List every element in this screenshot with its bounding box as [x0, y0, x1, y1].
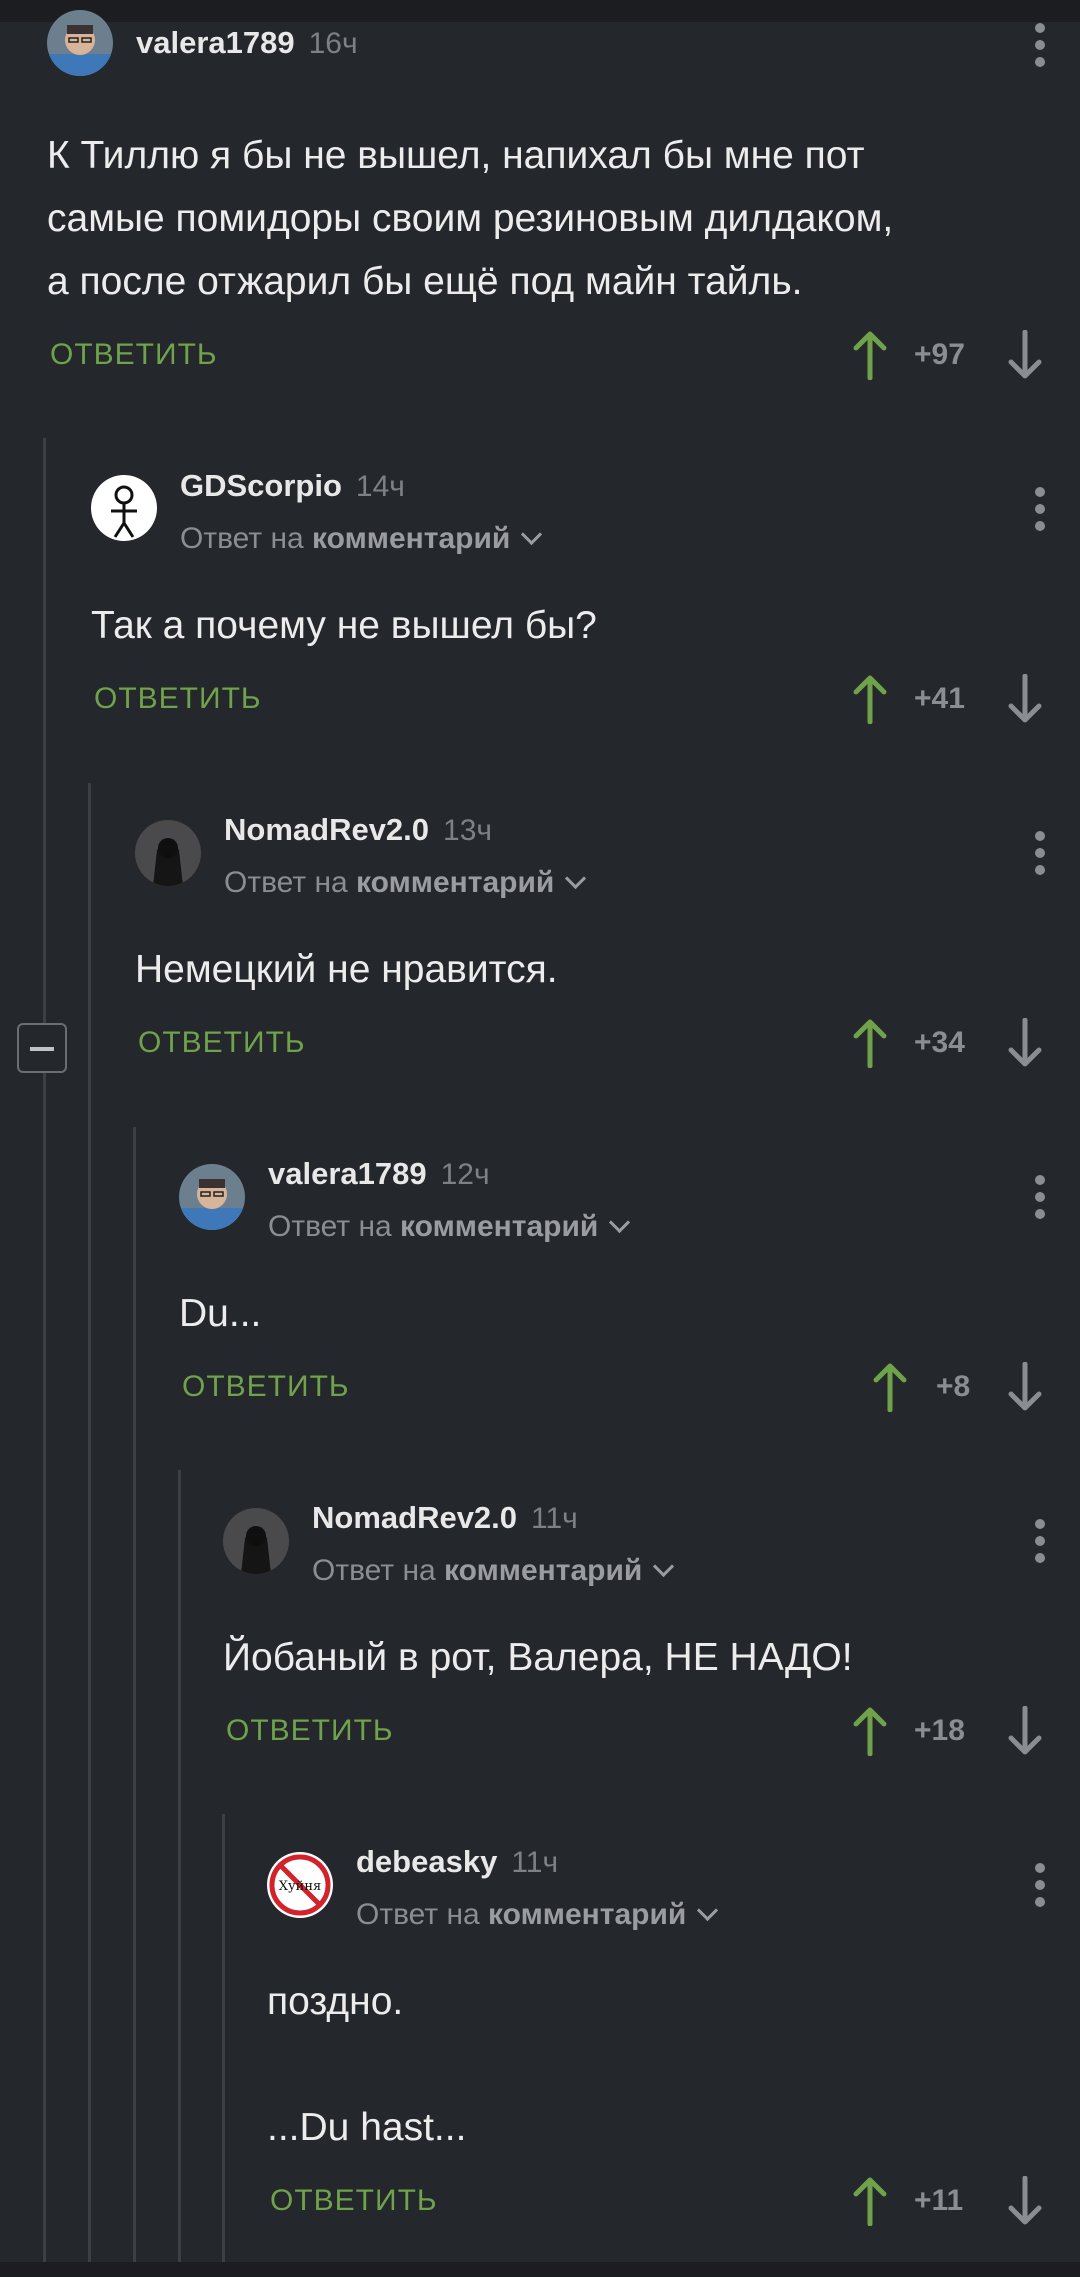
reply-button[interactable]: ОТВЕТИТЬ [226, 1714, 394, 1748]
thread-line [222, 1814, 225, 2262]
author-name[interactable]: GDScorpio 14ч [180, 468, 405, 504]
upvote-arrow-icon[interactable] [870, 1362, 910, 1413]
upvote-arrow-icon[interactable] [850, 330, 890, 381]
downvote-arrow-icon[interactable] [1005, 1705, 1045, 1756]
author-name[interactable]: debeasky 11ч [356, 1844, 558, 1880]
upvote-arrow-icon[interactable] [850, 2176, 890, 2227]
chevron-down-icon [565, 867, 587, 890]
vote-controls: +97 [850, 329, 1050, 390]
comment-time: 14ч [355, 470, 405, 503]
author-name[interactable]: valera1789 12ч [268, 1156, 490, 1192]
comment-time: 12ч [440, 1158, 490, 1191]
upvote-arrow-icon[interactable] [850, 1018, 890, 1069]
chevron-down-icon [609, 1211, 631, 1234]
reply-button[interactable]: ОТВЕТИТЬ [138, 1026, 306, 1060]
comment-text: Du... [179, 1292, 262, 1335]
reply-to-link[interactable]: Ответ на комментарий [268, 1210, 631, 1244]
vote-controls: +8 [870, 1361, 1050, 1422]
reply-to-link[interactable]: Ответ на комментарий [224, 866, 587, 900]
chevron-down-icon [521, 523, 543, 546]
vote-score: +34 [914, 1026, 965, 1059]
vote-controls: +11 [850, 2175, 1050, 2236]
vote-score: +97 [914, 338, 965, 371]
comment-text: Немецкий не нравится. [135, 948, 558, 991]
comment-text: Йобаный в рот, Валера, НЕ НАДО! [223, 1636, 853, 1679]
vote-score: +41 [914, 682, 965, 715]
more-menu-icon[interactable] [1034, 831, 1046, 879]
comment-time: 13ч [443, 814, 493, 847]
svg-text:Хуйня: Хуйня [279, 1879, 321, 1894]
reply-button[interactable]: ОТВЕТИТЬ [94, 682, 262, 716]
upvote-arrow-icon[interactable] [850, 1706, 890, 1757]
thread-line [88, 783, 91, 2262]
avatar[interactable] [47, 10, 113, 76]
comment-text: К Тиллю я бы не вышел, напихал бы мне по… [47, 134, 894, 303]
collapse-thread-button[interactable] [17, 1023, 67, 1073]
avatar[interactable] [223, 1508, 289, 1574]
downvote-arrow-icon[interactable] [1005, 1017, 1045, 1068]
more-menu-icon[interactable] [1034, 23, 1046, 71]
more-menu-icon[interactable] [1034, 487, 1046, 535]
avatar[interactable]: Хуйня [267, 1852, 333, 1918]
vote-score: +8 [936, 1370, 971, 1403]
more-menu-icon[interactable] [1034, 1175, 1046, 1223]
thread-line [133, 1127, 136, 2262]
reply-to-link[interactable]: Ответ на комментарий [180, 522, 543, 556]
downvote-arrow-icon[interactable] [1005, 673, 1045, 724]
bottom-bar [0, 2262, 1080, 2277]
comment-text: поздно. ...Du hast... [267, 1980, 467, 2149]
chevron-down-icon [653, 1555, 675, 1578]
avatar[interactable] [135, 820, 201, 886]
comment-time: 11ч [531, 1502, 578, 1535]
vote-controls: +41 [850, 673, 1050, 734]
author-name[interactable]: NomadRev2.0 13ч [224, 812, 492, 848]
top-bar [0, 0, 1080, 22]
reply-to-link[interactable]: Ответ на комментарий [356, 1898, 719, 1932]
author-name[interactable]: valera1789 16ч [136, 25, 358, 61]
vote-score: +18 [914, 1714, 965, 1747]
more-menu-icon[interactable] [1034, 1519, 1046, 1567]
comment-text: Так а почему не вышел бы? [91, 604, 597, 647]
vote-controls: +18 [850, 1705, 1050, 1766]
vote-score: +11 [914, 2184, 964, 2217]
avatar[interactable] [91, 475, 157, 541]
reply-button[interactable]: ОТВЕТИТЬ [50, 338, 218, 372]
reply-button[interactable]: ОТВЕТИТЬ [270, 2184, 438, 2218]
downvote-arrow-icon[interactable] [1005, 329, 1045, 380]
chevron-down-icon [697, 1899, 719, 1922]
vote-controls: +34 [850, 1017, 1050, 1078]
downvote-arrow-icon[interactable] [1005, 2175, 1045, 2226]
upvote-arrow-icon[interactable] [850, 674, 890, 725]
avatar[interactable] [179, 1164, 245, 1230]
comment-time: 16ч [308, 27, 358, 60]
reply-button[interactable]: ОТВЕТИТЬ [182, 1370, 350, 1404]
more-menu-icon[interactable] [1034, 1863, 1046, 1911]
thread-line [43, 438, 46, 2262]
reply-to-link[interactable]: Ответ на комментарий [312, 1554, 675, 1588]
thread-line [178, 1470, 181, 2262]
author-name[interactable]: NomadRev2.0 11ч [312, 1500, 578, 1536]
downvote-arrow-icon[interactable] [1005, 1361, 1045, 1412]
comment-time: 11ч [511, 1846, 559, 1879]
